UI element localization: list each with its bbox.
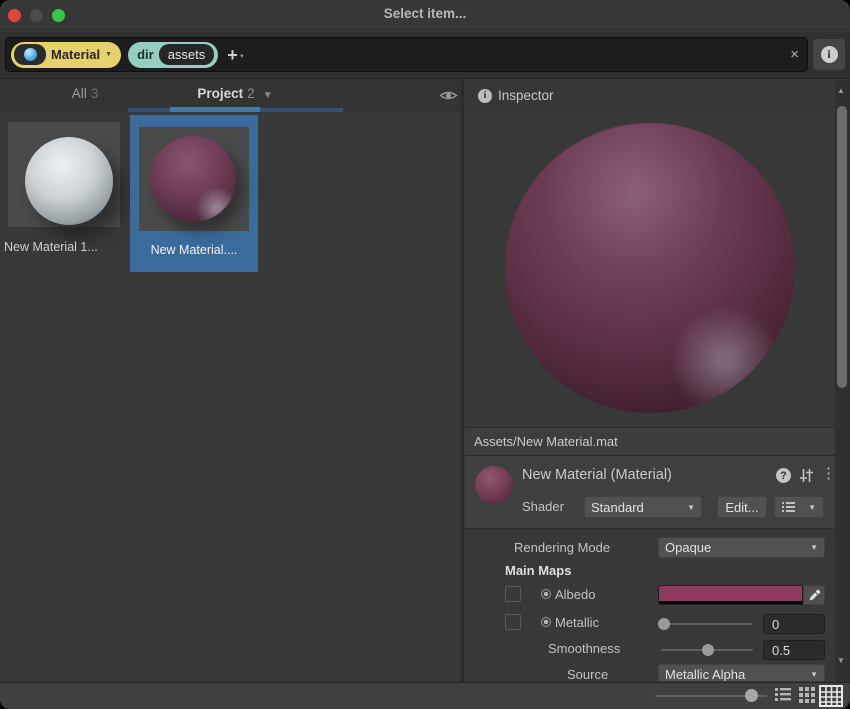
material-properties: Rendering Mode Opaque ▼ Main Maps Albedo — [465, 529, 835, 681]
material-header: New Material (Material) ? ⋮ Shader Stand… — [465, 456, 835, 529]
albedo-color-swatch[interactable] — [658, 585, 803, 605]
metallic-value-field[interactable]: 0 — [763, 614, 825, 634]
chevron-down-icon: ▼ — [810, 670, 818, 679]
tab-all[interactable]: All 3 — [40, 86, 130, 101]
tab-project[interactable]: Project 2 ▼ — [165, 86, 305, 101]
material-thumbnail-2[interactable] — [139, 127, 249, 231]
asset-path-bar: Assets/New Material.mat — [465, 427, 835, 456]
material-name-label[interactable]: New Material 1... — [4, 240, 124, 254]
window-title: Select item... — [0, 6, 850, 21]
chevron-down-icon: ▼ — [808, 503, 816, 512]
eyedropper-icon — [808, 589, 821, 602]
metallic-texture-picker-icon[interactable] — [541, 617, 551, 627]
shader-dropdown[interactable]: Standard ▼ — [584, 496, 702, 518]
inspector-header: i Inspector — [465, 79, 835, 112]
metallic-slider-thumb[interactable] — [658, 618, 670, 630]
main-maps-header: Main Maps — [505, 563, 571, 578]
bottom-bar — [0, 682, 850, 709]
inspector-info-icon: i — [478, 89, 492, 103]
scroll-down-arrow-icon[interactable]: ▼ — [837, 656, 845, 665]
material-title: New Material (Material) — [522, 467, 672, 483]
dir-filter-value: assets — [168, 47, 206, 62]
material-thumbnail-1[interactable] — [8, 122, 120, 227]
chevron-down-icon: ▼ — [687, 503, 695, 512]
metallic-texture-checkbox[interactable] — [505, 614, 521, 630]
material-sphere-icon — [24, 48, 37, 61]
tab-project-count: 2 — [247, 86, 255, 101]
edit-shader-button[interactable]: Edit... — [717, 496, 767, 518]
shader-label: Shader — [522, 499, 564, 514]
scroll-up-arrow-icon[interactable]: ▲ — [837, 86, 845, 95]
albedo-texture-picker-icon[interactable] — [541, 589, 551, 599]
asset-grid: New Material 1... New Material.... — [0, 112, 461, 682]
thumbnail-size-slider-thumb[interactable] — [745, 689, 758, 702]
add-filter-button[interactable]: + ▼ — [225, 46, 240, 64]
info-button[interactable]: i — [813, 39, 845, 70]
smoothness-label: Smoothness — [548, 641, 620, 656]
tab-project-label: Project — [197, 86, 243, 101]
rendering-mode-label: Rendering Mode — [514, 540, 610, 555]
source-value: Metallic Alpha — [665, 667, 745, 681]
clear-search-icon[interactable]: × — [790, 46, 799, 63]
tab-all-count: 3 — [91, 86, 99, 101]
smoothness-slider-thumb[interactable] — [702, 644, 714, 656]
material-sphere-preview — [25, 137, 113, 225]
info-icon: i — [821, 46, 838, 63]
albedo-texture-checkbox[interactable] — [505, 586, 521, 602]
large-grid-view-icon-selected[interactable] — [819, 685, 843, 707]
type-filter-pill[interactable]: Material ▼ — [11, 42, 121, 68]
chevron-down-icon: ▼ — [810, 543, 818, 552]
grid-view-icon[interactable] — [799, 687, 815, 703]
rendering-mode-dropdown[interactable]: Opaque ▼ — [658, 537, 825, 558]
select-item-window: Select item... Material ▼ dir assets + ▼ — [0, 0, 850, 709]
title-bar: Select item... — [0, 0, 850, 30]
inspector-panel: Assets/New Material.mat New Material (Ma… — [465, 112, 835, 682]
chevron-down-icon[interactable]: ▼ — [263, 90, 273, 101]
dir-filter-prefix: dir — [137, 47, 154, 62]
smoothness-value-field[interactable]: 0.5 — [763, 640, 825, 660]
chevron-down-icon: ▼ — [239, 48, 245, 66]
albedo-alpha-strip — [659, 601, 802, 605]
search-input[interactable]: Material ▼ dir assets + ▼ × — [5, 37, 808, 72]
material-name-label[interactable]: New Material.... — [130, 243, 258, 257]
source-label: Source — [567, 667, 608, 681]
material-sphere-preview — [150, 136, 236, 222]
list-view-icon[interactable] — [775, 687, 791, 702]
material-preview-area — [465, 112, 835, 427]
dir-filter-value-box: assets — [159, 44, 215, 65]
eyedropper-button[interactable] — [803, 585, 825, 605]
presets-icon[interactable] — [799, 468, 814, 483]
inspector-title: Inspector — [498, 88, 554, 103]
rendering-mode-value: Opaque — [665, 540, 711, 555]
eye-icon[interactable] — [439, 89, 458, 102]
type-filter-label: Material — [51, 47, 100, 62]
metallic-label: Metallic — [555, 615, 599, 630]
dir-filter-pill[interactable]: dir assets — [128, 42, 218, 68]
plus-icon: + — [227, 45, 238, 65]
source-dropdown[interactable]: Metallic Alpha ▼ — [658, 664, 825, 681]
shader-dropdown-value: Standard — [591, 500, 644, 515]
panel-divider — [461, 79, 464, 682]
material-type-badge — [14, 44, 46, 65]
kebab-menu-icon[interactable]: ⋮ — [821, 464, 836, 482]
material-thumbnail-2-selected[interactable]: New Material.... — [130, 115, 258, 272]
scrollbar-thumb[interactable] — [837, 106, 847, 388]
tab-bar: All 3 Project 2 ▼ — [0, 79, 465, 112]
tab-all-label: All — [72, 86, 87, 101]
albedo-label: Albedo — [555, 587, 595, 602]
metallic-slider-track[interactable] — [661, 623, 753, 625]
search-row: Material ▼ dir assets + ▼ × i — [0, 31, 850, 79]
albedo-color — [659, 586, 802, 601]
material-icon — [475, 466, 513, 504]
shader-menu-button[interactable]: ▼ — [774, 496, 824, 518]
help-icon[interactable]: ? — [776, 468, 791, 483]
material-preview-sphere — [505, 123, 795, 413]
list-icon — [782, 502, 795, 513]
chevron-down-icon: ▼ — [105, 51, 112, 58]
inspector-scrollbar[interactable]: ▲ ▼ — [835, 80, 850, 682]
